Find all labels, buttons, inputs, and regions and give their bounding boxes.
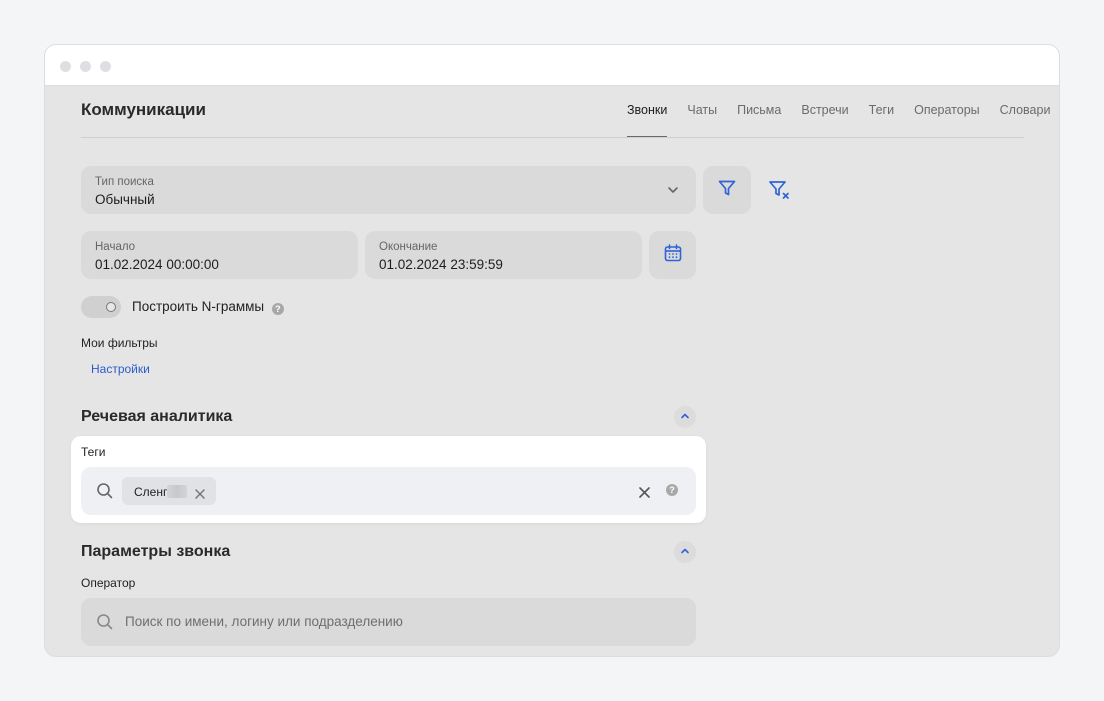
chip-remove-icon[interactable]: [195, 486, 205, 504]
page-title: Коммуникации: [81, 100, 206, 119]
tabs-bar: Звонки Чаты Письма Встречи Теги Оператор…: [627, 103, 1051, 138]
window-close-dot[interactable]: [60, 61, 71, 72]
calendar-button[interactable]: [649, 231, 696, 279]
search-type-select[interactable]: Тип поиска Обычный: [81, 166, 696, 214]
filter-button[interactable]: [703, 166, 751, 214]
ngrams-label: Построить N-граммы: [132, 299, 265, 314]
redacted-text: [167, 485, 187, 498]
chevron-up-icon: [680, 408, 690, 426]
chevron-up-icon: [680, 543, 690, 561]
tab-dictionaries[interactable]: Словари: [1000, 103, 1051, 117]
tab-chats[interactable]: Чаты: [687, 103, 717, 117]
filters-settings-link[interactable]: Настройки: [91, 362, 150, 376]
operator-label: Оператор: [81, 576, 136, 590]
end-date-field[interactable]: Окончание 01.02.2024 23:59:59: [365, 231, 642, 279]
speech-analytics-title: Речевая аналитика: [81, 408, 233, 425]
main-content: Коммуникации Звонки Чаты Письма Встречи …: [45, 86, 1059, 656]
window-maximize-dot[interactable]: [100, 61, 111, 72]
search-type-value: Обычный: [95, 192, 155, 207]
tags-label: Теги: [81, 445, 106, 459]
start-date-value: 01.02.2024 00:00:00: [95, 257, 219, 272]
operator-search-input[interactable]: Поиск по имени, логину или подразделению: [81, 598, 696, 646]
tab-letters[interactable]: Письма: [737, 103, 781, 117]
tags-card: Теги Сленг ?: [71, 436, 706, 523]
start-date-label: Начало: [95, 241, 136, 253]
chevron-down-icon: [666, 183, 680, 202]
search-icon: [96, 482, 114, 505]
end-date-label: Окончание: [379, 241, 438, 253]
clear-input-icon[interactable]: [639, 485, 650, 503]
call-params-title: Параметры звонка: [81, 543, 231, 560]
tags-help-icon[interactable]: ?: [666, 484, 678, 496]
search-type-label: Тип поиска: [95, 176, 154, 188]
tag-chip-label: Сленг: [134, 485, 168, 499]
filter-clear-icon: [767, 181, 791, 206]
tab-meetings[interactable]: Встречи: [801, 103, 848, 117]
tag-chip[interactable]: Сленг: [122, 477, 216, 505]
search-icon: [96, 613, 114, 636]
speech-analytics-collapse-button[interactable]: [674, 406, 696, 428]
tab-calls[interactable]: Звонки: [627, 103, 668, 138]
header-divider: [81, 137, 1024, 138]
window-titlebar: [45, 45, 1059, 86]
tab-tags[interactable]: Теги: [869, 103, 894, 117]
app-window: Коммуникации Звонки Чаты Письма Встречи …: [44, 44, 1060, 657]
tags-input[interactable]: Сленг ?: [81, 467, 696, 515]
tab-operators[interactable]: Операторы: [914, 103, 980, 117]
clear-filters-button[interactable]: [767, 178, 793, 204]
end-date-value: 01.02.2024 23:59:59: [379, 257, 503, 272]
toggle-knob: [106, 302, 116, 312]
ngrams-toggle[interactable]: [81, 296, 121, 318]
call-params-collapse-button[interactable]: [674, 541, 696, 563]
my-filters-title: Мои фильтры: [81, 336, 158, 350]
operator-search-placeholder: Поиск по имени, логину или подразделению: [125, 614, 403, 629]
help-icon[interactable]: ?: [271, 303, 284, 315]
calendar-icon: [663, 243, 683, 268]
start-date-field[interactable]: Начало 01.02.2024 00:00:00: [81, 231, 358, 279]
ngrams-label-row: Построить N-граммы ?: [132, 299, 284, 315]
filter-icon: [717, 178, 737, 203]
window-minimize-dot[interactable]: [80, 61, 91, 72]
